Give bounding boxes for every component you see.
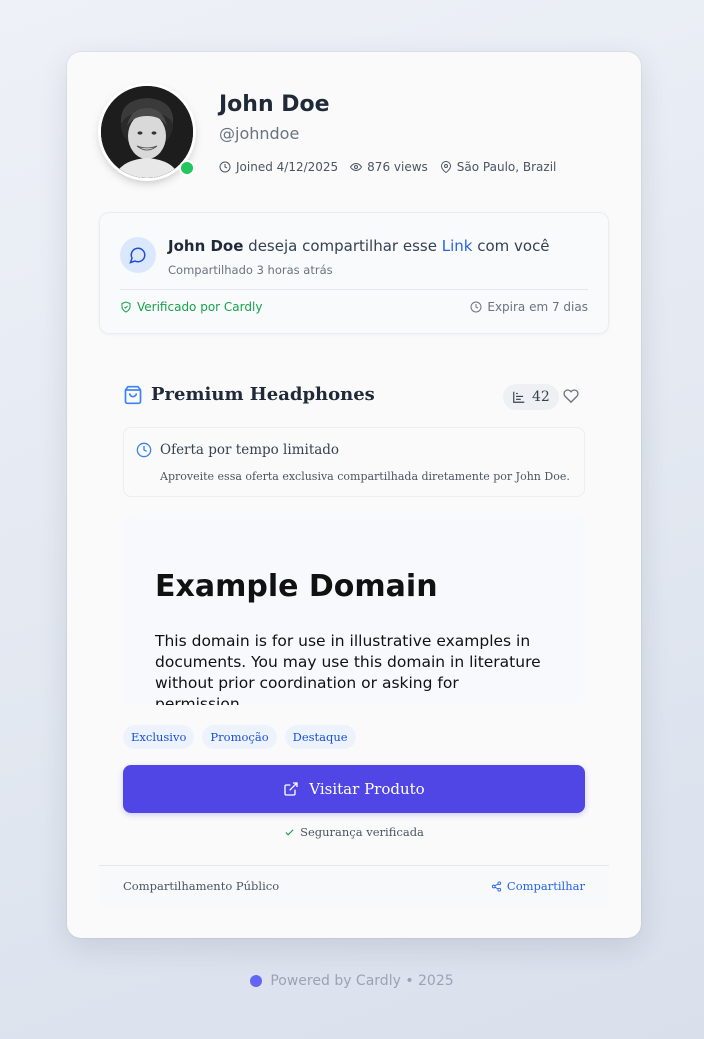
favorite-button[interactable] — [563, 388, 579, 408]
profile-handle: @johndoe — [219, 124, 300, 143]
map-pin-icon — [440, 161, 451, 173]
external-link-icon — [284, 782, 298, 796]
location-label: São Paulo, Brazil — [456, 160, 557, 174]
share-time: Compartilhado 3 horas atrás — [168, 263, 333, 277]
visibility-label: Compartilhamento Público — [123, 879, 280, 893]
message-icon — [120, 237, 156, 273]
stats-count: 42 — [532, 389, 550, 405]
share-button[interactable]: Compartilhar — [491, 879, 585, 893]
preview-text: This domain is for use in illustrative e… — [155, 632, 541, 705]
tag-list: Exclusivo Promoção Destaque — [123, 725, 356, 749]
powered-by-label: Powered by Cardly • 2025 — [270, 973, 454, 989]
offer-notice: Oferta por tempo limitado Aproveite essa… — [123, 427, 585, 497]
offer-description: Aproveite essa oferta exclusiva comparti… — [160, 470, 570, 483]
joined-date: Joined 4/12/2025 — [219, 160, 338, 174]
share-message: John Doe deseja compartilhar esse Link c… — [168, 237, 550, 255]
profile-meta: Joined 4/12/2025 876 views São Paulo, Br… — [219, 160, 556, 174]
brand-dot — [250, 975, 263, 987]
security-label: Segurança verificada — [300, 825, 424, 839]
location: São Paulo, Brazil — [440, 160, 557, 174]
bar-chart-icon — [513, 391, 525, 403]
tag-promocao[interactable]: Promoção — [202, 725, 277, 749]
heart-icon — [563, 389, 579, 404]
profile-name: John Doe — [219, 92, 330, 117]
views-label: 876 views — [367, 160, 428, 174]
expiry-info: Expira em 7 dias — [470, 300, 588, 314]
product-title: Premium Headphones — [123, 384, 375, 405]
eye-icon — [350, 162, 363, 172]
verified-badge: Verificado por Cardly — [120, 300, 262, 314]
product-title-text: Premium Headphones — [151, 384, 375, 405]
powered-by: Powered by Cardly • 2025 — [0, 973, 704, 989]
share-button-label: Compartilhar — [506, 879, 585, 893]
expiry-label: Expira em 7 dias — [487, 300, 588, 314]
share-notice: John Doe deseja compartilhar esse Link c… — [99, 212, 609, 334]
share-message-before: deseja compartilhar esse — [243, 237, 442, 255]
online-status-dot — [179, 160, 195, 176]
share-sender: John Doe — [168, 237, 244, 255]
shopping-bag-icon — [124, 385, 142, 404]
security-note: Segurança verificada — [67, 825, 641, 839]
tag-exclusivo[interactable]: Exclusivo — [123, 725, 195, 749]
link-preview[interactable]: Example Domain This domain is for use in… — [123, 513, 585, 705]
share-icon — [491, 880, 501, 892]
visit-product-button[interactable]: Visitar Produto — [123, 765, 585, 813]
stats-pill[interactable]: 42 — [503, 384, 559, 410]
preview-heading: Example Domain — [155, 569, 438, 604]
visit-product-label: Visitar Produto — [309, 780, 425, 798]
tag-destaque[interactable]: Destaque — [284, 725, 356, 749]
profile-card: John Doe @johndoe Joined 4/12/2025 876 v… — [67, 52, 641, 938]
offer-title-text: Oferta por tempo limitado — [160, 442, 340, 458]
shield-check-icon — [121, 301, 131, 313]
clock-icon — [219, 161, 231, 173]
check-icon — [285, 828, 294, 836]
clock-icon — [470, 301, 482, 313]
card-footer: Compartilhamento Público Compartilhar — [99, 865, 609, 906]
joined-label: Joined 4/12/2025 — [236, 160, 339, 174]
share-message-after: com você — [472, 237, 550, 255]
clock-icon — [136, 442, 152, 458]
view-count: 876 views — [350, 160, 428, 174]
avatar[interactable] — [101, 86, 195, 178]
verified-label: Verificado por Cardly — [137, 300, 263, 314]
divider — [120, 289, 588, 290]
offer-title: Oferta por tempo limitado — [136, 442, 339, 458]
share-link[interactable]: Link — [442, 237, 473, 255]
